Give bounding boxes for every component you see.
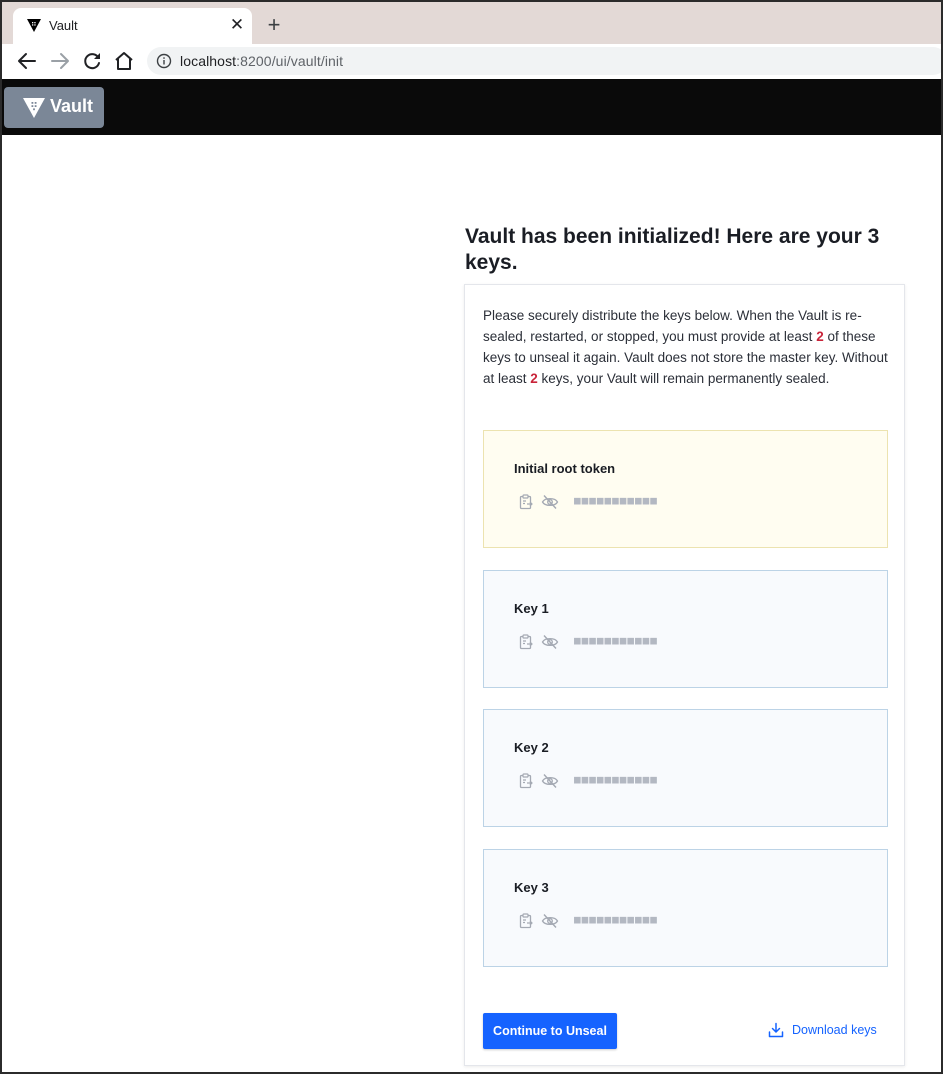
unseal-key-box: Key 1 ■■■■■■■■■■■: [483, 570, 888, 688]
init-keys-card: Please securely distribute the keys belo…: [464, 284, 905, 1066]
key-label: Key 3: [514, 880, 549, 895]
tab-strip: Vault ✕ +: [2, 2, 941, 44]
eye-off-icon[interactable]: [541, 773, 559, 789]
clipboard-copy-icon[interactable]: [518, 634, 534, 650]
download-icon: [768, 1022, 784, 1038]
key-label: Key 2: [514, 740, 549, 755]
page-title: Vault has been initialized! Here are you…: [465, 225, 880, 274]
vault-navbar: Vault: [2, 79, 941, 135]
site-info-icon[interactable]: [156, 53, 172, 69]
close-tab-icon[interactable]: ✕: [228, 16, 246, 34]
threshold-count: 2: [530, 371, 538, 386]
new-tab-icon[interactable]: +: [263, 14, 285, 37]
eye-off-icon[interactable]: [541, 494, 559, 510]
home-icon[interactable]: [112, 49, 136, 73]
intro-part-3: keys, your Vault will remain permanently…: [537, 371, 830, 386]
masked-key-value: ■■■■■■■■■■■: [574, 494, 658, 507]
vault-favicon-icon: [27, 19, 41, 32]
url-path: :8200/ui/vault/init: [236, 53, 344, 69]
intro-text: Please securely distribute the keys belo…: [483, 305, 893, 389]
download-keys-label: Download keys: [792, 1023, 877, 1037]
address-bar[interactable]: localhost:8200/ui/vault/init: [147, 47, 941, 75]
forward-arrow-icon[interactable]: [48, 49, 72, 73]
browser-window: Vault ✕ + localhost:8200/ui/vault/init V…: [0, 0, 943, 1074]
intro-part-1: Please securely distribute the keys belo…: [483, 308, 862, 344]
masked-key-value: ■■■■■■■■■■■: [574, 773, 658, 786]
brand-name: Vault: [50, 96, 94, 116]
browser-tab-vault[interactable]: Vault ✕: [13, 8, 252, 44]
masked-key-value: ■■■■■■■■■■■: [574, 634, 658, 647]
eye-off-icon[interactable]: [541, 913, 559, 929]
unseal-key-box: Key 2 ■■■■■■■■■■■: [483, 709, 888, 827]
continue-to-unseal-button[interactable]: Continue to Unseal: [483, 1013, 617, 1049]
unseal-key-box: Key 3 ■■■■■■■■■■■: [483, 849, 888, 967]
url-host: localhost: [180, 53, 237, 69]
clipboard-copy-icon[interactable]: [518, 494, 534, 510]
key-label: Key 1: [514, 601, 549, 616]
vault-logo-icon: [23, 98, 45, 118]
vault-home-link[interactable]: Vault: [4, 87, 104, 128]
root-token-box: Initial root token ■■■■■■■■■■■: [483, 430, 888, 548]
url-text: localhost:8200/ui/vault/init: [180, 53, 343, 69]
clipboard-copy-icon[interactable]: [518, 773, 534, 789]
key-label: Initial root token: [514, 461, 616, 476]
masked-key-value: ■■■■■■■■■■■: [574, 913, 658, 926]
tab-title: Vault: [49, 18, 78, 33]
reload-icon[interactable]: [80, 49, 104, 73]
clipboard-copy-icon[interactable]: [518, 913, 534, 929]
back-arrow-icon[interactable]: [15, 49, 39, 73]
browser-toolbar: localhost:8200/ui/vault/init: [2, 44, 941, 79]
threshold-count: 2: [816, 329, 824, 344]
eye-off-icon[interactable]: [541, 634, 559, 650]
